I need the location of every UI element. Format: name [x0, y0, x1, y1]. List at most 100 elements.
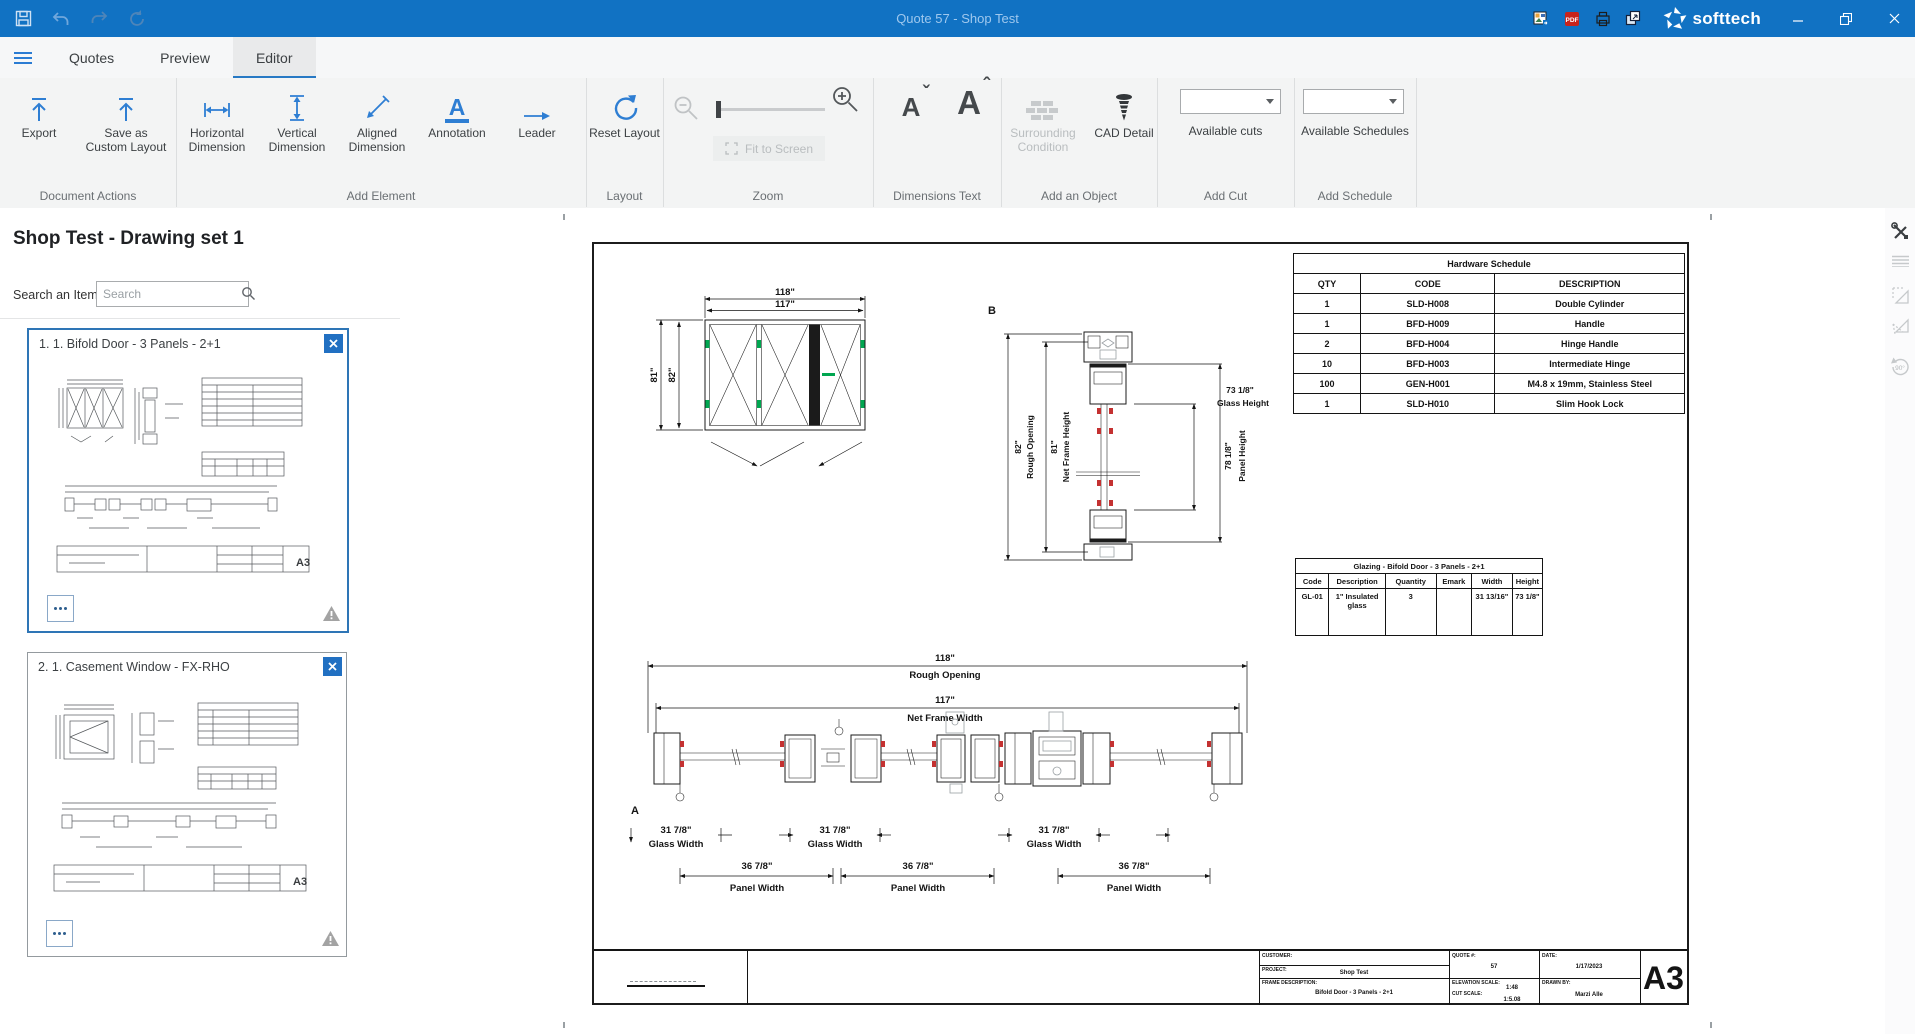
table-cell: 1 — [1294, 294, 1361, 314]
zoom-out-button[interactable] — [673, 95, 699, 126]
sheet-corner-mark — [563, 214, 565, 220]
remove-drawing-button[interactable] — [324, 334, 343, 353]
group-label: Add an Object — [1001, 189, 1157, 203]
hamburger-menu-button[interactable] — [0, 37, 46, 78]
increase-dimension-text-button[interactable]: Aˆ — [939, 84, 999, 122]
layers-list-button[interactable] — [1885, 248, 1915, 274]
search-input[interactable] — [96, 281, 249, 307]
quick-access-toolbar — [0, 8, 148, 30]
horizontal-dimension-button[interactable]: Horizontal Dimension — [177, 87, 257, 154]
fit-to-screen-button[interactable]: Fit to Screen — [713, 136, 825, 161]
export-icon — [25, 87, 53, 123]
search-icon[interactable] — [241, 286, 256, 306]
available-schedules-dropdown[interactable] — [1303, 89, 1404, 114]
refresh-button[interactable] — [126, 8, 148, 30]
print-icon[interactable] — [1594, 10, 1611, 27]
softtech-logo: softtech — [1662, 6, 1761, 32]
minimize-button[interactable] — [1781, 4, 1815, 34]
cad-detail-button[interactable]: CAD Detail — [1082, 87, 1166, 140]
group-layout: Reset Layout Layout — [586, 78, 664, 207]
decrease-dimension-text-button[interactable]: Aˇ — [881, 92, 941, 123]
table-row: 100GEN-H001M4.8 x 19mm, Stainless Steel — [1294, 374, 1685, 394]
group-add-element: Horizontal Dimension Vertical Dimension … — [176, 78, 587, 207]
text-smaller-icon: Aˇ — [902, 92, 921, 123]
svg-text:A3: A3 — [293, 876, 307, 888]
leader-button[interactable]: Leader — [497, 87, 577, 140]
sheet-corner-mark — [1710, 214, 1712, 220]
svg-text:Glass Width: Glass Width — [1027, 839, 1082, 850]
rotate-90-button[interactable]: 90° — [1885, 354, 1915, 380]
glazing-schedule-table: Glazing - Bifold Door - 3 Panels - 2+1 C… — [1295, 558, 1543, 636]
more-options-button[interactable] — [47, 595, 74, 622]
tab-preview[interactable]: Preview — [137, 37, 233, 78]
tab-quotes[interactable]: Quotes — [46, 37, 137, 78]
drawing-set-title: Shop Test - Drawing set 1 — [13, 228, 244, 250]
more-options-button[interactable] — [46, 920, 73, 947]
signature-text — [630, 981, 696, 982]
zoom-slider-handle[interactable] — [716, 101, 721, 118]
svg-text:PDF: PDF — [1565, 17, 1578, 24]
close-button[interactable] — [1877, 4, 1911, 34]
tab-editor[interactable]: Editor — [233, 37, 316, 78]
group-label: Zoom — [663, 189, 873, 203]
horizontal-dimension-icon — [201, 87, 233, 123]
drawing-item-bifold-door[interactable]: 1. 1. Bifold Door - 3 Panels - 2+1 — [27, 328, 349, 633]
available-cuts-dropdown[interactable] — [1180, 89, 1281, 114]
drawing-thumbnail[interactable]: A3 — [37, 360, 335, 590]
field-label: DRAWN BY: — [1542, 980, 1571, 986]
softtech-logo-text: softtech — [1692, 9, 1761, 29]
annotation-button[interactable]: A Annotation — [417, 87, 497, 140]
surrounding-condition-button[interactable]: Surrounding Condition — [1001, 87, 1085, 154]
drawing-canvas[interactable]: .ln{stroke:#1b1b1b;stroke-width:1;fill:n… — [400, 208, 1885, 1034]
table-cell: 1" Insulated glass — [1329, 589, 1385, 636]
table-row: 1SLD-H008Double Cylinder — [1294, 294, 1685, 314]
svg-text:Panel Width: Panel Width — [1107, 883, 1161, 894]
vertical-section-view: B — [988, 305, 1269, 560]
rotate-90-icon: 90° — [1889, 356, 1911, 378]
save-as-custom-layout-button[interactable]: Save as Custom Layout — [85, 87, 167, 154]
warning-icon — [322, 931, 339, 951]
column-header: Width — [1472, 574, 1513, 589]
table-title: Glazing - Bifold Door - 3 Panels - 2+1 — [1296, 559, 1543, 574]
remove-drawing-button[interactable] — [323, 657, 342, 676]
restore-button[interactable] — [1829, 4, 1863, 34]
flip-vertical-icon — [1891, 286, 1910, 305]
zoom-slider-track[interactable] — [717, 108, 825, 111]
flip-vertical-button[interactable] — [1885, 282, 1915, 308]
tools-button[interactable] — [1885, 218, 1915, 244]
panel-width-dim: 36 7/8" Panel Width — [680, 861, 833, 894]
table-cell: 31 13/16" — [1472, 589, 1513, 636]
signature-line — [627, 985, 705, 987]
vertical-dimension-button[interactable]: Vertical Dimension — [257, 87, 337, 154]
table-cell: GL-01 — [1296, 589, 1329, 636]
redo-button[interactable] — [88, 8, 110, 30]
glass-width-dim: 31 7/8" Glass Width — [631, 825, 732, 850]
export-pdf-icon[interactable]: PDF — [1563, 10, 1580, 27]
group-add-schedule: Available Schedules Add Schedule — [1294, 78, 1417, 207]
table-row: 10BFD-H003Intermediate Hinge — [1294, 354, 1685, 374]
aligned-dimension-button[interactable]: Aligned Dimension — [337, 87, 417, 154]
zoom-in-button[interactable] — [831, 85, 859, 118]
ellipsis-icon — [53, 932, 56, 935]
glass-width-dim: 31 7/8" Glass Width — [998, 825, 1110, 850]
fit-to-screen-icon — [725, 142, 738, 155]
right-tool-rail: 90° — [1885, 208, 1915, 1034]
export-button[interactable]: Export — [0, 87, 78, 140]
flip-horizontal-button[interactable] — [1885, 314, 1915, 340]
drawing-item-casement-window[interactable]: 2. 1. Casement Window - FX-RHO — [27, 652, 347, 957]
table-cell: SLD-H008 — [1361, 294, 1495, 314]
group-document-actions: Export Save as Custom Layout Document Ac… — [0, 78, 177, 207]
drawing-thumbnail[interactable]: A3 — [36, 683, 334, 913]
column-header: Code — [1296, 574, 1329, 589]
save-button[interactable] — [12, 8, 34, 30]
rotate-90-label: 90° — [1895, 364, 1905, 372]
dim-label: 82" — [1013, 440, 1023, 454]
title-block: CUSTOMER: PROJECT: Shop Test FRAME DESCR… — [594, 949, 1687, 1005]
undo-button[interactable] — [50, 8, 72, 30]
export-window-icon[interactable] — [1625, 10, 1642, 27]
reset-lay-icon — [610, 87, 640, 123]
reset-layout-button[interactable]: Reset Layout — [586, 87, 663, 140]
export-image-icon[interactable] — [1532, 10, 1549, 27]
table-cell: Hinge Handle — [1495, 334, 1685, 354]
group-label: Dimensions Text — [873, 189, 1001, 203]
